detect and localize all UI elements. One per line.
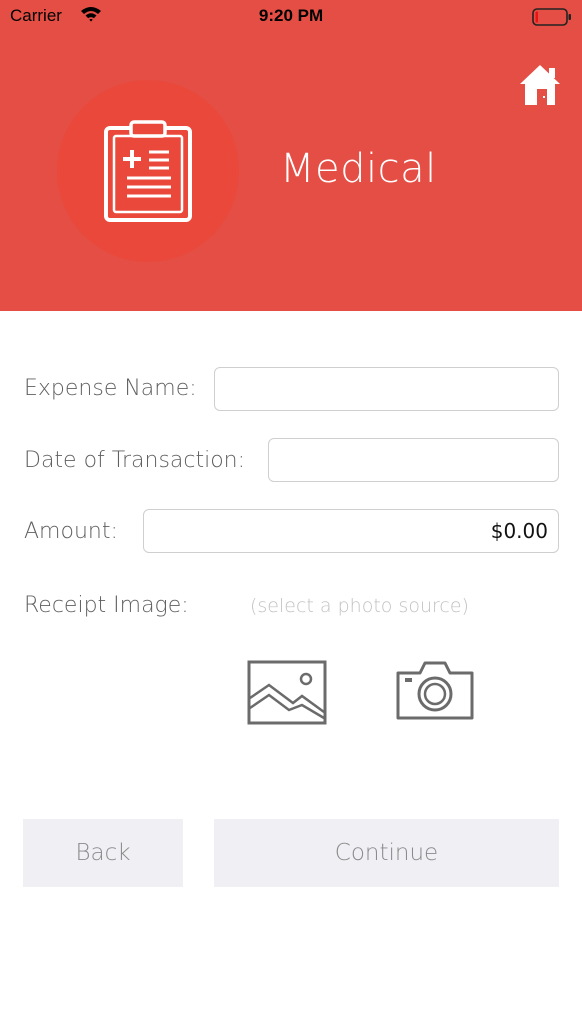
- receipt-image-label: Receipt Image:: [24, 593, 189, 618]
- photo-library-icon: [247, 660, 327, 725]
- camera-button[interactable]: [395, 659, 475, 726]
- battery-icon: [532, 7, 572, 32]
- status-bar: Carrier 9:20 PM: [0, 0, 582, 34]
- date-label: Date of Transaction:: [24, 448, 246, 473]
- home-button[interactable]: [516, 62, 564, 108]
- status-time: 9:20 PM: [258, 6, 324, 25]
- clipboard-icon: [103, 120, 193, 229]
- expense-name-label: Expense Name:: [24, 376, 197, 401]
- back-button[interactable]: Back: [23, 819, 183, 887]
- category-title: Medical: [280, 146, 437, 192]
- continue-button[interactable]: Continue: [214, 819, 559, 887]
- expense-name-input[interactable]: [214, 367, 559, 411]
- photo-library-button[interactable]: [247, 660, 327, 730]
- home-icon: [520, 65, 560, 105]
- amount-input[interactable]: [143, 509, 559, 553]
- category-header: Carrier 9:20 PM Medical: [0, 0, 582, 311]
- date-input[interactable]: [268, 438, 559, 482]
- photo-source-hint: (select a photo source): [250, 595, 469, 617]
- amount-label: Amount:: [24, 519, 118, 544]
- camera-icon: [396, 661, 474, 720]
